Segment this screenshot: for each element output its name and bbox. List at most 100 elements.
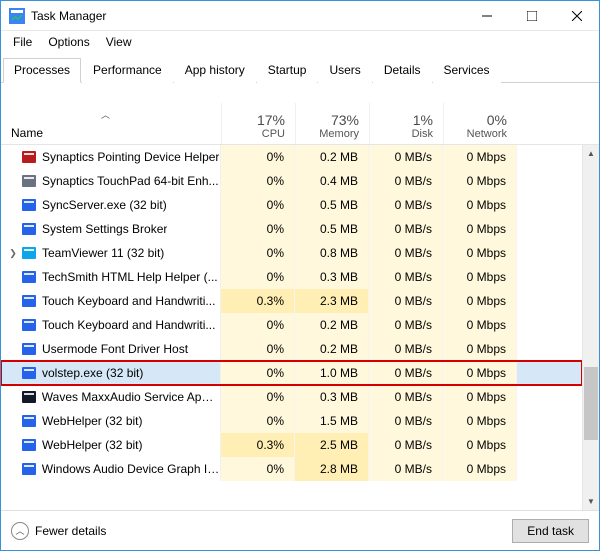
table-row[interactable]: Usermode Font Driver Host0%0.2 MB0 MB/s0… bbox=[1, 337, 582, 361]
table-row[interactable]: Windows Audio Device Graph Is...0%2.8 MB… bbox=[1, 457, 582, 481]
cell-memory: 0.3 MB bbox=[295, 385, 369, 409]
header-network[interactable]: 0%Network bbox=[443, 103, 517, 144]
header-name[interactable]: Name bbox=[1, 126, 221, 144]
process-name: WebHelper (32 bit) bbox=[42, 438, 143, 452]
cell-disk: 0 MB/s bbox=[369, 433, 443, 457]
title-bar[interactable]: Task Manager bbox=[1, 1, 599, 31]
cell-disk: 0 MB/s bbox=[369, 361, 443, 385]
scroll-up-button[interactable]: ▲ bbox=[583, 145, 599, 162]
cell-cpu: 0% bbox=[221, 241, 295, 265]
table-row[interactable]: ❯TeamViewer 11 (32 bit)0%0.8 MB0 MB/s0 M… bbox=[1, 241, 582, 265]
cell-disk: 0 MB/s bbox=[369, 409, 443, 433]
end-task-button[interactable]: End task bbox=[512, 519, 589, 543]
menu-options[interactable]: Options bbox=[40, 33, 97, 51]
process-name: WebHelper (32 bit) bbox=[42, 414, 143, 428]
process-name: TechSmith HTML Help Helper (... bbox=[42, 270, 218, 284]
process-icon bbox=[21, 461, 37, 477]
scroll-down-button[interactable]: ▼ bbox=[583, 493, 599, 510]
table-row[interactable]: SyncServer.exe (32 bit)0%0.5 MB0 MB/s0 M… bbox=[1, 193, 582, 217]
process-name-cell: TechSmith HTML Help Helper (... bbox=[1, 265, 221, 289]
table-row[interactable]: Synaptics Pointing Device Helper0%0.2 MB… bbox=[1, 145, 582, 169]
cell-cpu: 0.3% bbox=[221, 289, 295, 313]
vertical-scrollbar[interactable]: ▲ ▼ bbox=[582, 145, 599, 510]
cell-disk: 0 MB/s bbox=[369, 337, 443, 361]
cell-memory: 2.5 MB bbox=[295, 433, 369, 457]
cell-disk: 0 MB/s bbox=[369, 217, 443, 241]
process-name: TeamViewer 11 (32 bit) bbox=[42, 246, 164, 260]
process-rows: Synaptics Pointing Device Helper0%0.2 MB… bbox=[1, 145, 582, 510]
cell-memory: 0.5 MB bbox=[295, 217, 369, 241]
cell-network: 0 Mbps bbox=[443, 409, 517, 433]
process-name: Synaptics Pointing Device Helper bbox=[42, 150, 219, 164]
process-icon bbox=[21, 293, 37, 309]
close-button[interactable] bbox=[554, 1, 599, 31]
process-name: Touch Keyboard and Handwriti... bbox=[42, 318, 215, 332]
process-name-cell: System Settings Broker bbox=[1, 217, 221, 241]
cell-cpu: 0% bbox=[221, 313, 295, 337]
cell-memory: 1.0 MB bbox=[295, 361, 369, 385]
maximize-button[interactable] bbox=[509, 1, 554, 31]
table-row[interactable]: Touch Keyboard and Handwriti...0.3%2.3 M… bbox=[1, 289, 582, 313]
cell-network: 0 Mbps bbox=[443, 241, 517, 265]
header-memory[interactable]: 73%Memory bbox=[295, 103, 369, 144]
table-row[interactable]: Synaptics TouchPad 64-bit Enh...0%0.4 MB… bbox=[1, 169, 582, 193]
expand-icon[interactable]: ❯ bbox=[7, 248, 19, 259]
cell-disk: 0 MB/s bbox=[369, 265, 443, 289]
process-icon bbox=[21, 149, 37, 165]
process-icon bbox=[21, 389, 37, 405]
table-row[interactable]: volstep.exe (32 bit)0%1.0 MB0 MB/s0 Mbps bbox=[1, 361, 582, 385]
process-icon bbox=[21, 269, 37, 285]
column-headers: ︿ Name 17%CPU 73%Memory 1%Disk 0%Network bbox=[1, 103, 599, 145]
process-name: Usermode Font Driver Host bbox=[42, 342, 188, 356]
process-name-cell: Usermode Font Driver Host bbox=[1, 337, 221, 361]
process-name-cell: SyncServer.exe (32 bit) bbox=[1, 193, 221, 217]
process-name-cell: volstep.exe (32 bit) bbox=[1, 361, 221, 385]
process-icon bbox=[21, 413, 37, 429]
header-disk[interactable]: 1%Disk bbox=[369, 103, 443, 144]
scroll-track[interactable] bbox=[583, 162, 599, 493]
header-network-label: Network bbox=[467, 128, 507, 140]
process-name-cell: Touch Keyboard and Handwriti... bbox=[1, 289, 221, 313]
table-row[interactable]: TechSmith HTML Help Helper (...0%0.3 MB0… bbox=[1, 265, 582, 289]
fewer-details-button[interactable]: ︿ Fewer details bbox=[11, 522, 106, 540]
minimize-button[interactable] bbox=[464, 1, 509, 31]
menu-file[interactable]: File bbox=[5, 33, 40, 51]
table-row[interactable]: WebHelper (32 bit)0.3%2.5 MB0 MB/s0 Mbps bbox=[1, 433, 582, 457]
header-network-pct: 0% bbox=[487, 112, 507, 128]
cell-disk: 0 MB/s bbox=[369, 241, 443, 265]
process-name-cell: Windows Audio Device Graph Is... bbox=[1, 457, 221, 481]
cell-disk: 0 MB/s bbox=[369, 457, 443, 481]
table-row[interactable]: WebHelper (32 bit)0%1.5 MB0 MB/s0 Mbps bbox=[1, 409, 582, 433]
header-memory-label: Memory bbox=[319, 128, 359, 140]
tab-details[interactable]: Details bbox=[373, 58, 432, 83]
cell-cpu: 0.3% bbox=[221, 433, 295, 457]
process-icon bbox=[21, 197, 37, 213]
menu-view[interactable]: View bbox=[98, 33, 140, 51]
cell-cpu: 0% bbox=[221, 193, 295, 217]
table-row[interactable]: System Settings Broker0%0.5 MB0 MB/s0 Mb… bbox=[1, 217, 582, 241]
process-name-cell: Synaptics TouchPad 64-bit Enh... bbox=[1, 169, 221, 193]
cell-disk: 0 MB/s bbox=[369, 385, 443, 409]
header-memory-pct: 73% bbox=[331, 112, 359, 128]
header-cpu[interactable]: 17%CPU bbox=[221, 103, 295, 144]
table-row[interactable]: Waves MaxxAudio Service Appli...0%0.3 MB… bbox=[1, 385, 582, 409]
tab-startup[interactable]: Startup bbox=[257, 58, 318, 83]
process-name: volstep.exe (32 bit) bbox=[42, 366, 143, 380]
cell-memory: 0.3 MB bbox=[295, 265, 369, 289]
tab-app-history[interactable]: App history bbox=[174, 58, 256, 83]
process-name-cell: Waves MaxxAudio Service Appli... bbox=[1, 385, 221, 409]
tab-strip: Processes Performance App history Startu… bbox=[1, 53, 599, 83]
tab-processes[interactable]: Processes bbox=[3, 58, 81, 83]
cell-cpu: 0% bbox=[221, 361, 295, 385]
fewer-details-label: Fewer details bbox=[35, 524, 106, 538]
app-icon bbox=[9, 8, 25, 24]
cell-cpu: 0% bbox=[221, 457, 295, 481]
scroll-thumb[interactable] bbox=[584, 367, 598, 440]
tab-users[interactable]: Users bbox=[318, 58, 371, 83]
tab-performance[interactable]: Performance bbox=[82, 58, 173, 83]
cell-memory: 2.8 MB bbox=[295, 457, 369, 481]
tab-services[interactable]: Services bbox=[433, 58, 501, 83]
cell-disk: 0 MB/s bbox=[369, 313, 443, 337]
task-manager-window: Task Manager File Options View Processes… bbox=[0, 0, 600, 551]
table-row[interactable]: Touch Keyboard and Handwriti...0%0.2 MB0… bbox=[1, 313, 582, 337]
